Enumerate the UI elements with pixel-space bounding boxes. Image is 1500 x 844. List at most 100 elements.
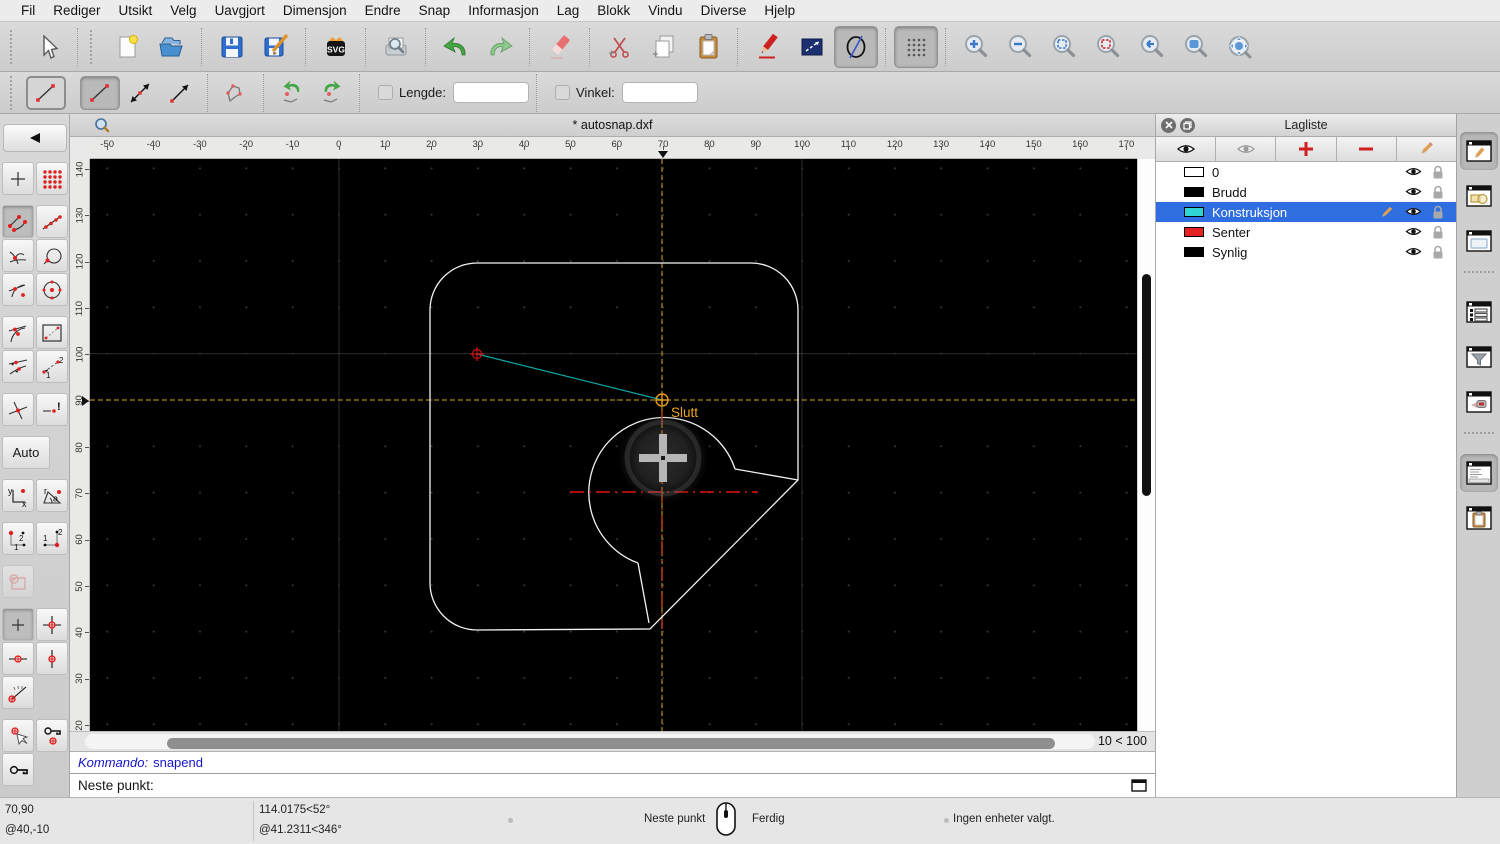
draft-mode-button[interactable] [834,25,878,68]
snap-intersection-auto-button[interactable] [2,239,34,272]
layer-visibility-icon[interactable] [1405,205,1422,221]
length-input[interactable] [453,82,529,103]
menu-item[interactable]: Utsikt [110,3,162,18]
horizontal-scrollbar-thumb[interactable] [167,738,1055,749]
hide-all-layers-button[interactable] [1216,137,1277,161]
vertical-scrollbar-thumb[interactable] [1142,274,1151,496]
remove-layer-button[interactable] [1336,137,1397,161]
snap-middle-button[interactable] [2,316,34,349]
command-line-dock-button[interactable] [1459,454,1498,492]
erase-button[interactable] [538,26,582,68]
angle-input[interactable] [621,82,698,103]
zoom-auto-button[interactable] [1042,26,1086,68]
menu-item[interactable]: Velg [161,3,205,18]
save-button[interactable] [210,26,254,68]
document-titlebar[interactable]: * autosnap.dxf [70,114,1155,137]
restrict-angle-button[interactable] [2,676,34,709]
layer-lock-icon[interactable] [1432,205,1444,222]
layer-panel-titlebar[interactable]: Lagliste [1156,114,1456,137]
snap-distance-points-button[interactable]: 12 [36,350,68,383]
layer-lock-icon[interactable] [1432,165,1444,182]
menu-item[interactable]: Lag [548,3,589,18]
layer-lock-icon[interactable] [1432,225,1444,242]
snap-relative-crosshair-button[interactable] [36,608,68,641]
toolbar-handle[interactable] [90,29,102,64]
block-list-dock-button[interactable] [1460,177,1498,215]
grid-toggle-button[interactable] [894,25,938,68]
close-panel-icon[interactable] [1161,117,1176,133]
coordinate-polar-button[interactable]: ra [36,479,68,512]
zoom-pan-button[interactable] [1218,26,1262,68]
clipboard-dock-button[interactable] [1460,499,1498,537]
layer-visibility-icon[interactable] [1405,245,1422,261]
redo-button[interactable] [478,26,522,68]
edit-layer-button[interactable] [1396,137,1457,161]
snap-restriction-box-button[interactable] [36,316,68,349]
zoom-out-button[interactable] [998,26,1042,68]
new-document-button[interactable] [106,26,150,68]
horizontal-scrollbar[interactable] [85,734,1095,749]
snap-endpoints-button[interactable] [2,205,34,238]
print-preview-button[interactable] [374,26,418,68]
float-panel-icon[interactable] [1180,117,1195,133]
snap-restriction-disabled-button[interactable] [2,565,34,598]
lock-button[interactable] [2,753,34,786]
toolbar-handle[interactable] [10,75,22,110]
layer-row[interactable]: Synlig [1156,242,1456,262]
snap-circle-point-button[interactable] [36,239,68,272]
menu-item[interactable]: Fil [12,3,44,18]
redo-segment-button[interactable] [312,76,352,110]
draw-pencil-button[interactable] [746,26,790,68]
undo-button[interactable] [434,26,478,68]
snap-on-entity-button[interactable] [36,205,68,238]
cut-button[interactable] [598,26,642,68]
save-as-button[interactable] [254,26,298,68]
snap-intersection-button[interactable] [2,393,34,426]
snap-tangent-button[interactable] [2,273,34,306]
back-button[interactable] [3,124,67,152]
zoom-in-button[interactable] [954,26,998,68]
vertical-scrollbar[interactable] [1137,159,1155,731]
layer-lock-icon[interactable] [1432,245,1444,262]
polyline-button[interactable] [216,76,256,110]
add-layer-button[interactable] [1276,137,1337,161]
undo-segment-button[interactable] [272,76,312,110]
menu-item[interactable]: Blokk [588,3,639,18]
snap-auto-button[interactable]: Auto [2,436,50,469]
pen-palette-dock-button[interactable] [1460,383,1498,421]
library-browser-dock-button[interactable] [1460,222,1498,260]
line-single-arrow-button[interactable] [160,76,200,110]
selection-filter-dock-button[interactable] [1460,338,1498,376]
current-tool-line-button[interactable] [26,75,66,110]
menu-item[interactable]: Informasjon [459,3,548,18]
zoom-window-button[interactable] [1174,26,1218,68]
menu-item[interactable]: Endre [356,3,410,18]
restrict-vertical-first-button[interactable]: 12 [36,522,68,555]
detach-command-widget-icon[interactable] [1131,779,1147,795]
layer-visibility-icon[interactable] [1405,165,1422,181]
line-two-points-button[interactable] [80,75,120,110]
menu-item[interactable]: Rediger [44,3,109,18]
menu-item[interactable]: Snap [410,3,460,18]
drawing-canvas[interactable]: Slutt [90,159,1137,731]
restrict-horizontal-first-button[interactable]: 12 [2,522,34,555]
toolbar-handle[interactable] [10,29,22,64]
show-all-layers-button[interactable] [1156,137,1217,161]
layer-visibility-icon[interactable] [1405,225,1422,241]
select-pointer-button[interactable] [26,26,70,68]
snap-free-button[interactable] [2,162,34,195]
zoom-selection-button[interactable] [1086,26,1130,68]
command-history-row[interactable]: Kommando: snapend [70,751,1155,773]
paste-button[interactable] [686,26,730,68]
layer-lock-icon[interactable] [1432,185,1444,202]
export-svg-button[interactable]: SVG [314,26,358,68]
layer-row[interactable]: Brudd [1156,182,1456,202]
select-entity-snap-button[interactable] [2,719,34,752]
snap-intersection-manual-button[interactable]: ! [36,393,68,426]
layer-row[interactable]: 0 [1156,162,1456,182]
angle-checkbox[interactable] [555,85,570,100]
menu-item[interactable]: Diverse [692,3,756,18]
entity-list-dock-button[interactable] [1460,293,1498,331]
set-relative-zero-button[interactable] [2,608,34,641]
selection-box-button[interactable] [790,26,834,68]
